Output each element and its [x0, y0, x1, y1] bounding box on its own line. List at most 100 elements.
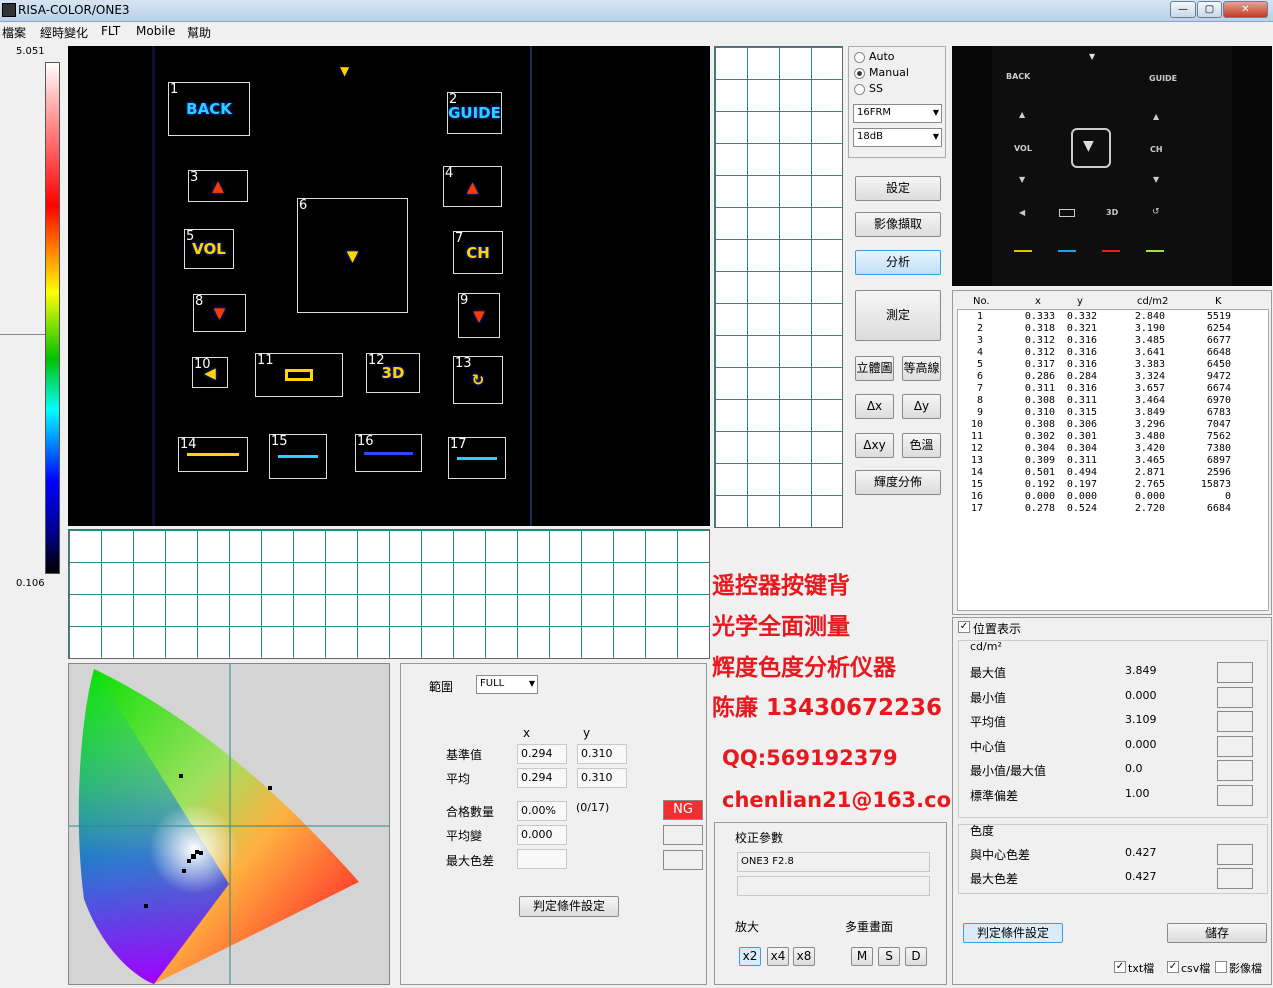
txt-checkbox[interactable]: ✓: [1114, 961, 1126, 973]
delta-xy-button[interactable]: Δxy: [855, 433, 894, 458]
region-box-6[interactable]: 6 ▼: [297, 198, 408, 313]
table-cell: 0.309: [1024, 455, 1055, 466]
menu-bar: 檔案 經時變化 FLT Mobile 幫助: [0, 22, 1273, 42]
contour-button[interactable]: 等高線: [902, 356, 941, 381]
table-cell: 6254: [1206, 323, 1231, 334]
delta-x-button[interactable]: Δx: [855, 394, 894, 419]
maximize-button[interactable]: ▢: [1197, 1, 1222, 18]
remote-green-key: [1146, 250, 1164, 252]
color-diff-value: 0.427: [1125, 870, 1157, 883]
table-cell: 7562: [1206, 431, 1231, 442]
region-box-11[interactable]: 11: [255, 353, 343, 397]
minimize-button[interactable]: —: [1170, 1, 1196, 18]
remote-3d: 3D: [1106, 208, 1119, 217]
close-button[interactable]: ✕: [1223, 1, 1268, 18]
table-cell: 15: [970, 479, 983, 490]
table-cell: 0.192: [1024, 479, 1055, 490]
delta-y-button[interactable]: Δy: [902, 394, 941, 419]
maxdiff-indicator: [663, 850, 703, 870]
image-checkbox[interactable]: [1215, 961, 1227, 973]
avgdev-field: 0.000: [517, 825, 567, 845]
region-box-15[interactable]: 15: [269, 434, 327, 479]
region-box-13[interactable]: 13 ↻: [453, 356, 503, 404]
region-box-7[interactable]: 7 CH: [453, 231, 503, 274]
stat-indicator: [1217, 760, 1253, 781]
region-box-5[interactable]: 5 VOL: [184, 229, 234, 269]
auto-radio[interactable]: [854, 52, 865, 63]
menu-mobile[interactable]: Mobile: [136, 24, 175, 38]
multi-d-button[interactable]: D: [905, 947, 927, 966]
table-cell: 3.383: [1134, 359, 1165, 370]
position-display-checkbox[interactable]: ✓: [958, 621, 970, 633]
region-content: VOL: [192, 240, 226, 258]
remote-up-right-icon: ▲: [1153, 112, 1160, 121]
region-box-9[interactable]: 9 ▼: [458, 293, 500, 338]
menu-time-change[interactable]: 經時變化: [40, 24, 88, 41]
region-content: ↻: [471, 371, 485, 389]
chromaticity-diagram[interactable]: [68, 663, 390, 985]
multi-s-button[interactable]: S: [878, 947, 900, 966]
calib-field-2[interactable]: [737, 876, 930, 896]
luminance-dist-button[interactable]: 輝度分佈: [855, 470, 941, 495]
ref-x-field[interactable]: 0.294: [517, 744, 567, 764]
color-diff-indicator: [1217, 844, 1253, 865]
menu-file[interactable]: 檔案: [2, 24, 26, 41]
manual-radio[interactable]: [854, 68, 865, 79]
table-cell: 17: [970, 503, 983, 514]
ad-qq: QQ:569192379: [722, 746, 898, 770]
analyze-button[interactable]: 分析: [855, 250, 941, 275]
image-label: 影像檔: [1229, 962, 1262, 975]
table-cell: 10: [970, 419, 983, 430]
judge-settings-button[interactable]: 判定條件設定: [519, 896, 619, 917]
color-temp-button[interactable]: 色溫: [902, 433, 941, 458]
scale-max: 5.051: [16, 46, 45, 57]
calibration-panel: 校正參數 ONE3 F2.8 放大 多重畫面 x2 x4 x8 M S D: [714, 822, 947, 985]
table-cell: 3.464: [1134, 395, 1165, 406]
menu-help[interactable]: 幫助: [187, 24, 211, 41]
col-k: K: [1215, 296, 1222, 307]
judge-settings-button-2[interactable]: 判定條件設定: [963, 923, 1063, 943]
solid-view-button[interactable]: 立體圖: [855, 356, 894, 381]
region-box-16[interactable]: 16: [355, 434, 422, 472]
save-button[interactable]: 儲存: [1167, 923, 1267, 943]
zoom-x2-button[interactable]: x2: [739, 947, 761, 966]
region-box-3[interactable]: 3 ▲: [188, 170, 248, 202]
measure-button[interactable]: 測定: [855, 290, 941, 341]
region-content: ▼: [473, 306, 485, 325]
range-select[interactable]: FULL: [476, 675, 538, 694]
table-cell: 6648: [1206, 347, 1231, 358]
stat-indicator: [1217, 711, 1253, 732]
calib-field[interactable]: ONE3 F2.8: [737, 852, 930, 872]
settings-button[interactable]: 設定: [855, 176, 941, 201]
remote-down-left-icon: ▼: [1019, 175, 1026, 184]
region-box-1[interactable]: 1 BACK: [168, 82, 250, 136]
region-box-2[interactable]: 2 GUIDE: [447, 92, 502, 134]
region-box-12[interactable]: 12 3D: [366, 353, 420, 393]
multi-m-button[interactable]: M: [851, 947, 873, 966]
stat-value: 1.00: [1125, 786, 1150, 800]
position-display-label: 位置表示: [973, 622, 1022, 636]
frame-select[interactable]: 16FRM: [853, 104, 942, 123]
stat-value: 0.000: [1125, 688, 1157, 702]
table-cell: 2596: [1206, 467, 1231, 478]
csv-checkbox[interactable]: ✓: [1167, 961, 1179, 973]
color-diff-value: 0.427: [1125, 846, 1157, 859]
ss-radio[interactable]: [854, 84, 865, 95]
capture-button[interactable]: 影像擷取: [855, 212, 941, 237]
gain-select[interactable]: 18dB: [853, 128, 942, 147]
color-scale-bar: [45, 62, 60, 574]
zoom-x8-button[interactable]: x8: [793, 947, 815, 966]
ref-y-field[interactable]: 0.310: [577, 744, 627, 764]
zoom-x4-button[interactable]: x4: [767, 947, 789, 966]
region-box-17[interactable]: 17: [448, 437, 506, 479]
table-cell: 0.524: [1066, 503, 1097, 514]
region-box-10[interactable]: 10 ◀: [192, 357, 228, 388]
maxdiff-label: 最大色差: [446, 854, 495, 868]
menu-flt[interactable]: FLT: [101, 24, 120, 38]
table-cell: 3.480: [1134, 431, 1165, 442]
region-content: ▲: [212, 177, 224, 195]
region-box-8[interactable]: 8 ▼: [193, 294, 246, 332]
region-box-4[interactable]: 4 ▲: [443, 166, 502, 207]
region-box-14[interactable]: 14: [178, 437, 248, 472]
maxdiff-field: [517, 849, 567, 869]
